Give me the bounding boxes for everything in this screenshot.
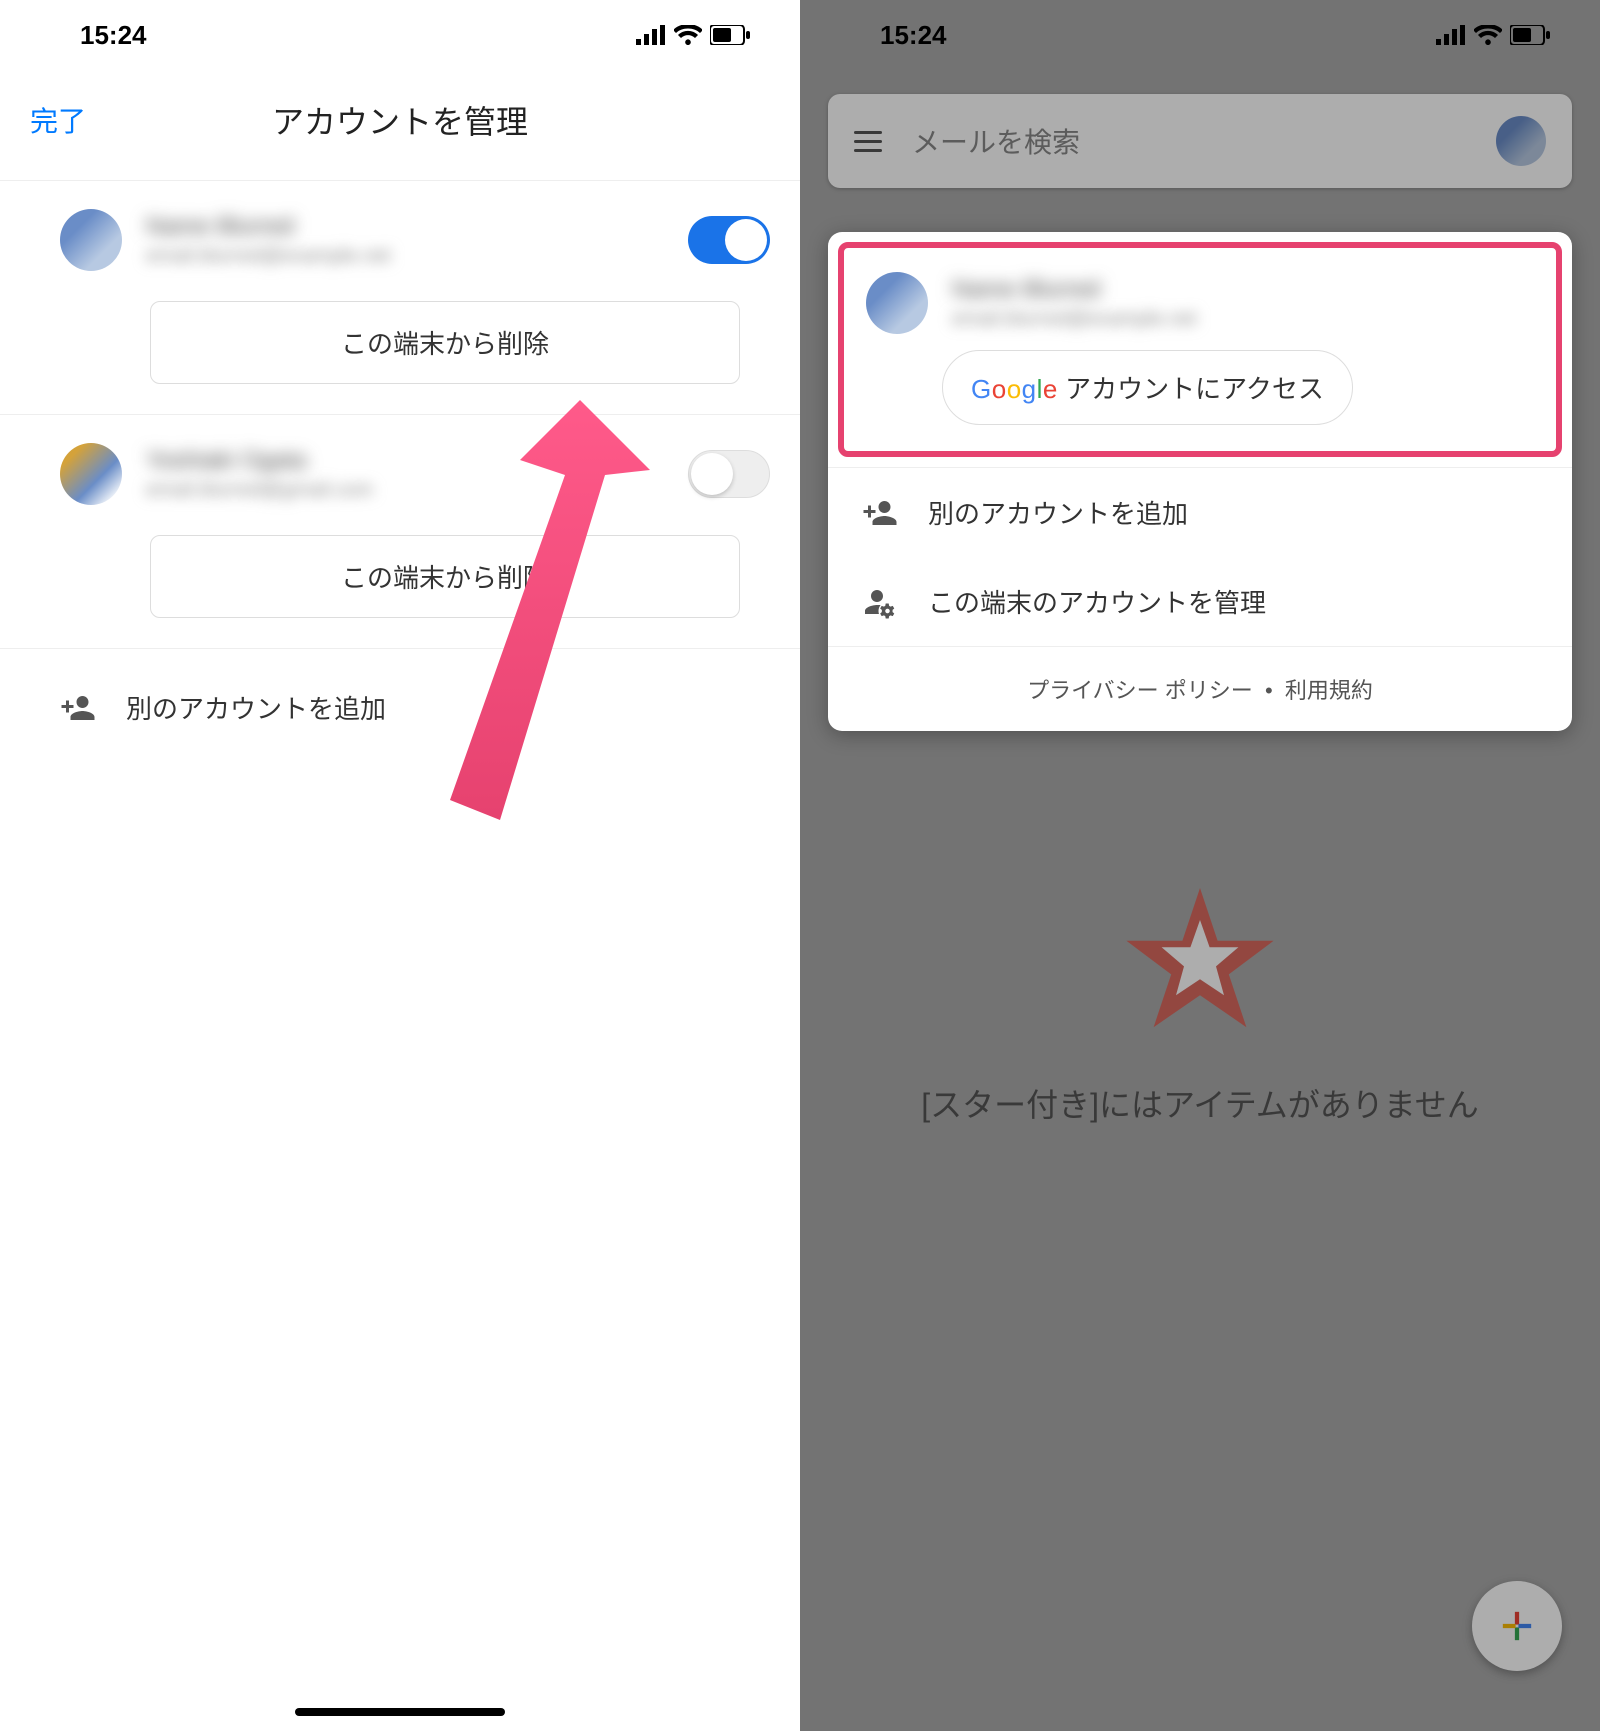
manage-accounts-icon: [862, 584, 898, 620]
account-sheet: Name Blurred email.blurred@example.net G…: [828, 232, 1572, 731]
account-2-name: Yoshiaki Ogata: [146, 447, 664, 475]
cellular-icon: [636, 25, 666, 45]
account-2-row: Yoshiaki Ogata email.blurred@gmail.com: [0, 415, 800, 523]
home-indicator[interactable]: [295, 1708, 505, 1716]
account-2-toggle[interactable]: [688, 450, 770, 498]
right-phone: 15:24 メールを検索 [スター付き]にはアイテムがありません Name Bl…: [800, 0, 1600, 1731]
page-title: アカウントを管理: [272, 97, 528, 143]
separator-dot: •: [1265, 678, 1273, 703]
current-account-row[interactable]: Name Blurred email.blurred@example.net: [862, 266, 1538, 350]
done-button[interactable]: 完了: [30, 100, 86, 140]
account-1-remove-button[interactable]: この端末から削除: [150, 301, 740, 384]
current-account-email: email.blurred@example.net: [952, 308, 1534, 331]
manage-account-row[interactable]: この端末のアカウントを管理: [828, 557, 1572, 646]
account-1-section: Name Blurred email.blurred@example.net こ…: [0, 180, 800, 384]
avatar: [866, 272, 928, 334]
account-2-text: Yoshiaki Ogata email.blurred@gmail.com: [146, 447, 664, 502]
avatar: [60, 443, 122, 505]
account-2-section: Yoshiaki Ogata email.blurred@gmail.com こ…: [0, 414, 800, 618]
add-account-label: 別のアカウントを追加: [126, 689, 386, 726]
account-1-name: Name Blurred: [146, 213, 664, 241]
account-2-email: email.blurred@gmail.com: [146, 479, 664, 502]
add-account-row[interactable]: 別のアカウントを追加: [0, 648, 800, 766]
person-add-icon: [60, 690, 96, 726]
add-account-row[interactable]: 別のアカウントを追加: [828, 467, 1572, 557]
left-phone: 15:24 完了 アカウントを管理 Name Blurred email.blu…: [0, 0, 800, 1731]
terms-link[interactable]: 利用規約: [1285, 678, 1373, 703]
account-2-remove-button[interactable]: この端末から削除: [150, 535, 740, 618]
account-1-row: Name Blurred email.blurred@example.net: [0, 181, 800, 289]
person-add-icon: [862, 495, 898, 531]
account-1-text: Name Blurred email.blurred@example.net: [146, 213, 664, 268]
current-account-text: Name Blurred email.blurred@example.net: [952, 276, 1534, 331]
account-1-email: email.blurred@example.net: [146, 245, 664, 268]
current-account-name: Name Blurred: [952, 276, 1534, 304]
privacy-link[interactable]: プライバシー ポリシー: [1027, 678, 1253, 703]
footer-links: プライバシー ポリシー • 利用規約: [828, 646, 1572, 731]
wifi-icon: [674, 25, 702, 45]
status-icons: [636, 25, 750, 45]
google-access-button[interactable]: Google アカウントにアクセス: [942, 350, 1353, 425]
add-account-label: 別のアカウントを追加: [928, 494, 1188, 531]
account-1-toggle[interactable]: [688, 216, 770, 264]
battery-icon: [710, 25, 750, 45]
google-access-label: アカウントにアクセス: [1065, 374, 1324, 404]
status-bar: 15:24: [0, 0, 800, 70]
highlighted-section: Name Blurred email.blurred@example.net G…: [838, 242, 1562, 457]
status-time: 15:24: [80, 20, 147, 51]
avatar: [60, 209, 122, 271]
manage-account-label: この端末のアカウントを管理: [928, 583, 1266, 620]
header: 完了 アカウントを管理: [0, 70, 800, 180]
